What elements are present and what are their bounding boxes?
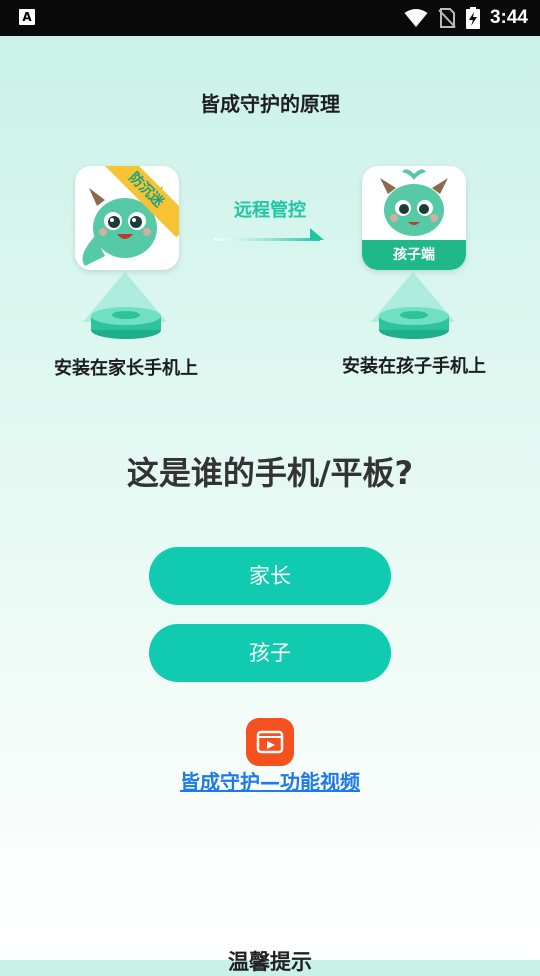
battery-charging-icon xyxy=(465,7,480,29)
child-button[interactable]: 孩子 xyxy=(149,624,391,682)
page-title: 皆成守护的原理 xyxy=(200,92,340,116)
wifi-icon xyxy=(404,9,428,27)
play-icon xyxy=(256,730,284,754)
child-app-icon: 孩子端 xyxy=(362,166,466,270)
pedestal xyxy=(91,307,161,339)
arrow-right-icon xyxy=(214,228,324,241)
child-caption: 安装在孩子手机上 xyxy=(342,356,486,377)
video-icon[interactable] xyxy=(246,718,294,766)
remote-control-label: 远程管控 xyxy=(234,200,306,221)
device-owner-question: 这是谁的手机/平板? xyxy=(126,454,414,492)
parent-app-icon: 防沉迷 xyxy=(75,166,179,270)
accessibility-notification-icon: A xyxy=(19,9,35,25)
pedestal xyxy=(379,307,449,339)
parent-button[interactable]: 家长 xyxy=(149,547,391,605)
clock: 3:44 xyxy=(489,7,528,28)
mascot-icon xyxy=(380,169,448,236)
no-sim-icon xyxy=(438,8,456,28)
status-icons: 3:44 xyxy=(404,0,528,36)
tip-title: 温馨提示 xyxy=(228,950,312,974)
feature-video-link[interactable]: 皆成守护—功能视频 xyxy=(0,766,540,795)
status-bar: A 3:44 xyxy=(0,0,540,36)
parent-caption: 安装在家长手机上 xyxy=(54,358,198,379)
child-client-band: 孩子端 xyxy=(362,240,466,270)
